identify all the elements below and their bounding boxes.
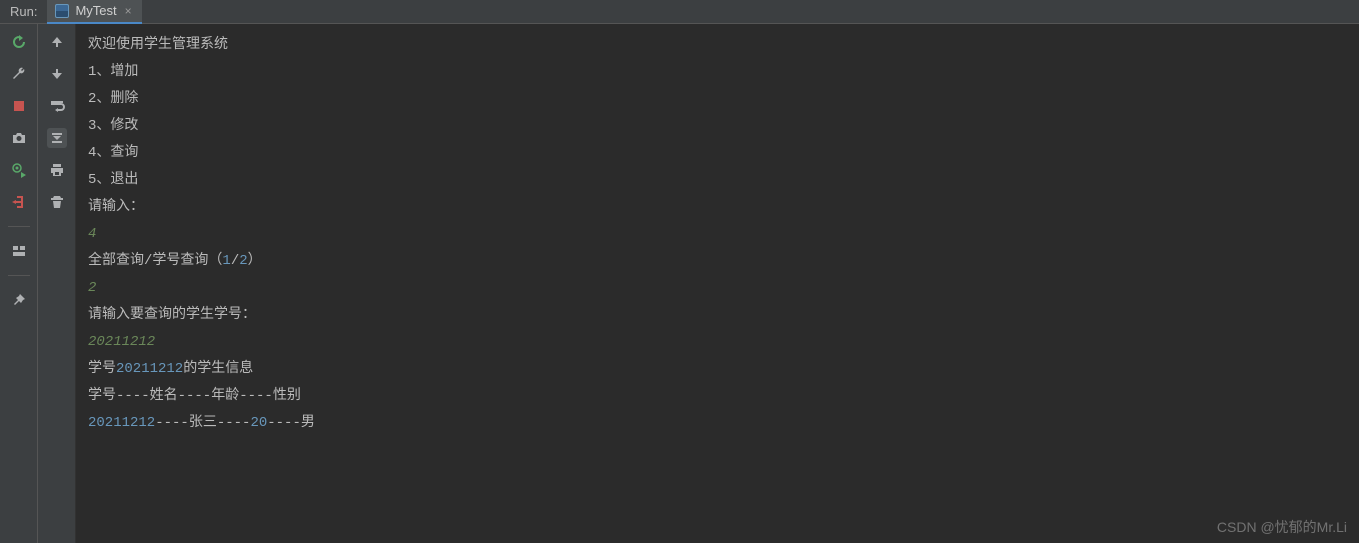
console-input-line: 4 xyxy=(88,221,1347,248)
console-output-line: 20211212----张三----20----男 xyxy=(88,410,1347,437)
main-area: 欢迎使用学生管理系统1、增加2、删除3、修改4、查询5、退出请输入：4全部查询/… xyxy=(0,24,1359,543)
console-output-line: 3、修改 xyxy=(88,113,1347,140)
stop-icon[interactable] xyxy=(9,96,29,116)
layout-icon[interactable] xyxy=(9,241,29,261)
console-output-line: 1、增加 xyxy=(88,59,1347,86)
console-output-line: 学号20211212的学生信息 xyxy=(88,356,1347,383)
trash-icon[interactable] xyxy=(47,192,67,212)
up-arrow-icon[interactable] xyxy=(47,32,67,52)
wrench-icon[interactable] xyxy=(9,64,29,84)
down-arrow-icon[interactable] xyxy=(47,64,67,84)
close-icon[interactable]: × xyxy=(123,4,134,18)
console-output-line: 请输入： xyxy=(88,194,1347,221)
exit-icon[interactable] xyxy=(9,192,29,212)
run-tab[interactable]: MyTest × xyxy=(47,0,141,24)
scroll-to-end-icon[interactable] xyxy=(47,128,67,148)
top-bar: Run: MyTest × xyxy=(0,0,1359,24)
console-output-line: 4、查询 xyxy=(88,140,1347,167)
separator xyxy=(8,275,30,276)
application-icon xyxy=(55,4,69,18)
run-label: Run: xyxy=(0,4,47,19)
console-output-line: 全部查询/学号查询（1/2） xyxy=(88,248,1347,275)
rerun-icon[interactable] xyxy=(9,32,29,52)
console-input-line: 20211212 xyxy=(88,329,1347,356)
console-output[interactable]: 欢迎使用学生管理系统1、增加2、删除3、修改4、查询5、退出请输入：4全部查询/… xyxy=(76,24,1359,543)
left-gutter xyxy=(0,24,38,543)
console-output-line: 学号----姓名----年龄----性别 xyxy=(88,383,1347,410)
gear-run-icon[interactable] xyxy=(9,160,29,180)
camera-icon[interactable] xyxy=(9,128,29,148)
console-output-line: 请输入要查询的学生学号： xyxy=(88,302,1347,329)
console-gutter xyxy=(38,24,76,543)
tab-title: MyTest xyxy=(75,3,116,18)
print-icon[interactable] xyxy=(47,160,67,180)
console-output-line: 欢迎使用学生管理系统 xyxy=(88,32,1347,59)
console-output-line: 5、退出 xyxy=(88,167,1347,194)
watermark: CSDN @忧郁的Mr.Li xyxy=(1217,517,1347,537)
pin-icon[interactable] xyxy=(9,290,29,310)
separator xyxy=(8,226,30,227)
console-output-line: 2、删除 xyxy=(88,86,1347,113)
soft-wrap-icon[interactable] xyxy=(47,96,67,116)
console-input-line: 2 xyxy=(88,275,1347,302)
